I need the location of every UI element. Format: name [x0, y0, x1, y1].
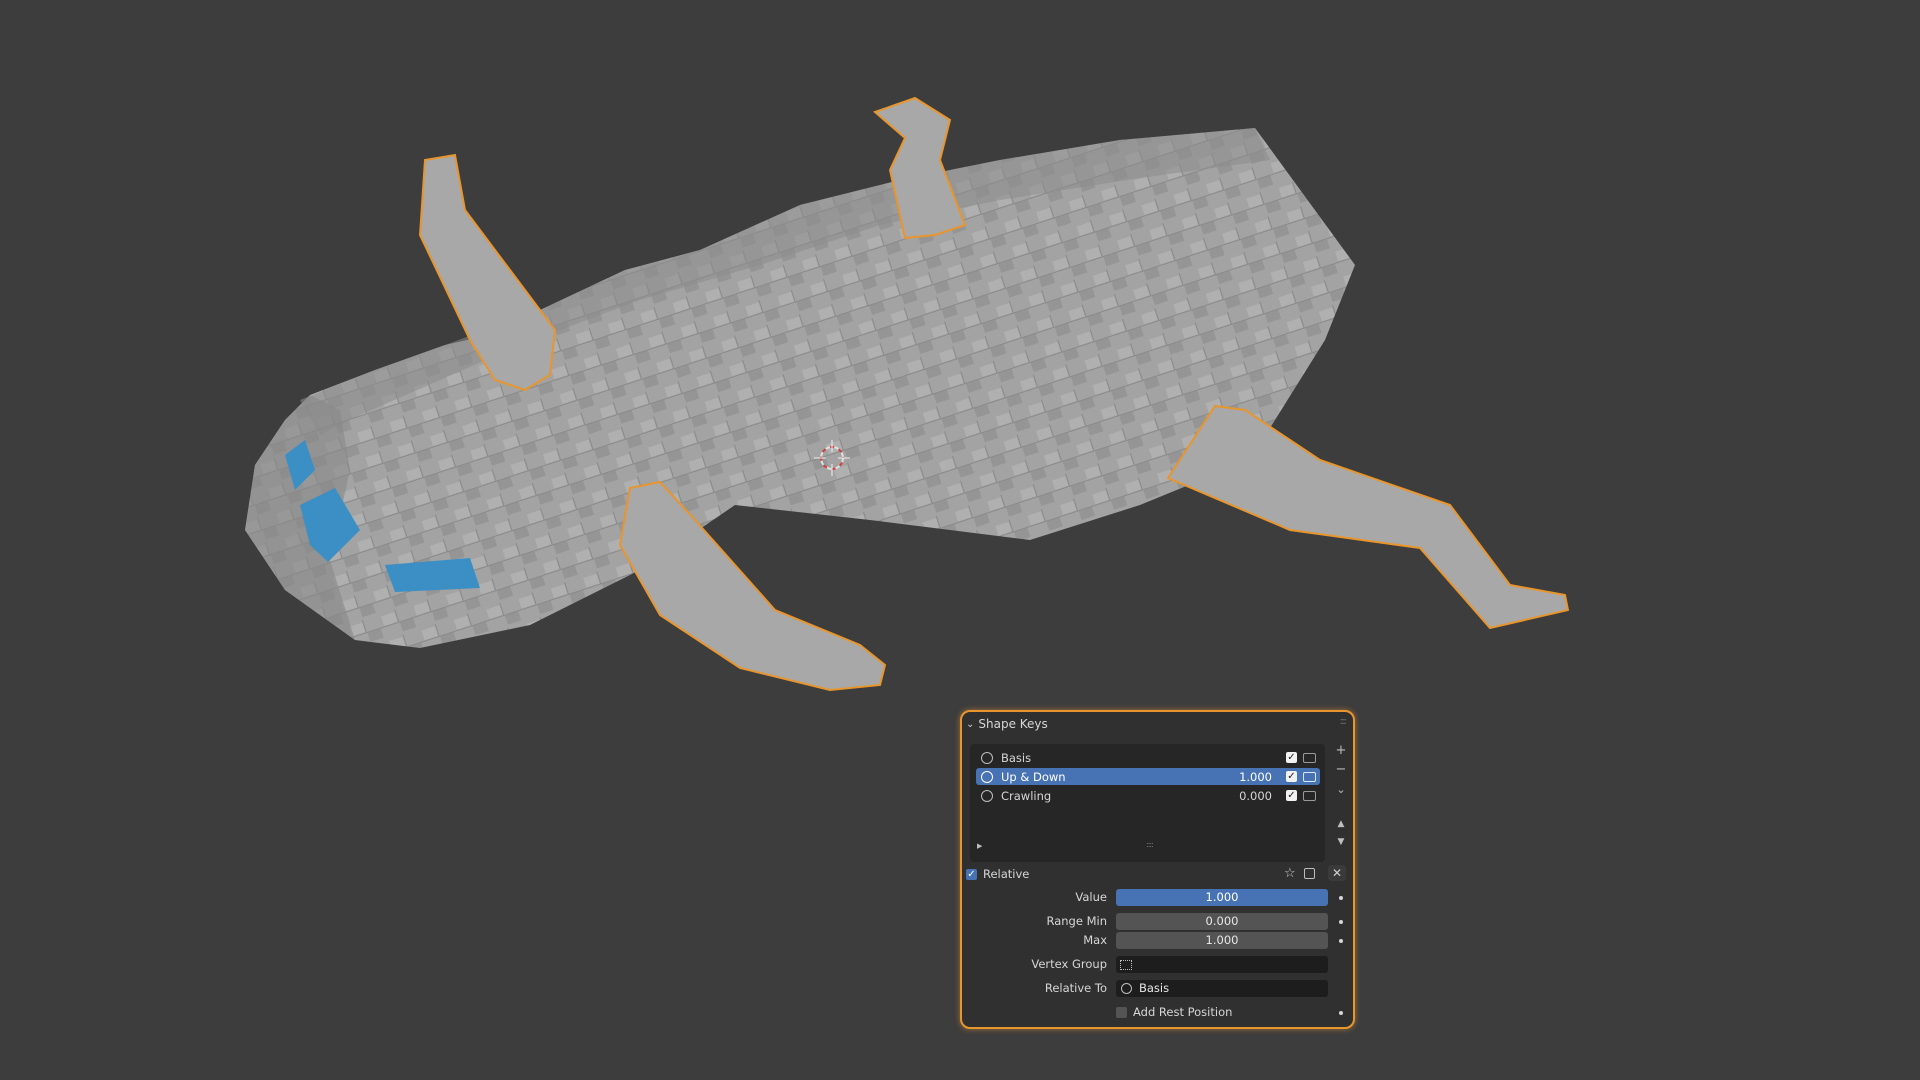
value-label: Value [1075, 890, 1107, 904]
shape-key-value[interactable]: 0.000 [1228, 789, 1272, 803]
shape-key-list[interactable]: Basis ✓ Up & Down 1.000 ✓ Crawling 0.000… [970, 744, 1325, 862]
shape-key-row-basis[interactable]: Basis ✓ [976, 749, 1320, 766]
shape-key-icon [981, 770, 993, 783]
vertex-group-icon [1120, 959, 1132, 970]
panel-title: Shape Keys [978, 717, 1048, 731]
keyframe-dot-icon[interactable] [1339, 920, 1343, 924]
max-label: Max [1083, 933, 1107, 947]
vertex-group-label: Vertex Group [1031, 957, 1107, 971]
expand-filter-icon[interactable]: ▶ [977, 842, 982, 850]
relative-label: Relative [983, 867, 1030, 881]
range-min-field[interactable]: 0.000 [1116, 913, 1328, 930]
keyframe-dot-icon[interactable] [1339, 1011, 1343, 1015]
list-resize-grip-icon[interactable]: :::: [1146, 840, 1154, 849]
clear-shape-key-button[interactable]: ✕ [1328, 865, 1346, 881]
pin-star-icon[interactable]: ☆ [1284, 866, 1296, 881]
shape-key-icon [981, 751, 993, 764]
lock-icon[interactable] [1303, 771, 1316, 782]
add-rest-position-checkbox[interactable] [1116, 1006, 1127, 1018]
keyframe-dot-icon[interactable] [1339, 896, 1343, 900]
shape-key-icon [1121, 983, 1132, 994]
chevron-down-icon[interactable]: ⌄ [966, 719, 974, 730]
mute-checkbox[interactable]: ✓ [1286, 752, 1297, 763]
add-rest-position-label: Add Rest Position [1133, 1005, 1233, 1019]
mute-checkbox[interactable]: ✓ [1286, 790, 1297, 801]
shape-key-row-up-down[interactable]: Up & Down 1.000 ✓ [976, 768, 1320, 785]
shape-key-name: Up & Down [1001, 769, 1066, 784]
add-rest-position-toggle[interactable]: Add Rest Position [1116, 1005, 1232, 1019]
vertex-group-field[interactable] [1116, 956, 1328, 973]
range-min-label: Range Min [1046, 914, 1107, 928]
keyframe-dot-icon[interactable] [1339, 939, 1343, 943]
panel-header[interactable]: ⌄ Shape Keys [966, 714, 1048, 734]
shape-key-name: Basis [1001, 750, 1032, 765]
specials-menu-chevron-icon[interactable]: ⌄ [1332, 782, 1350, 798]
relative-to-field[interactable]: Basis [1116, 980, 1328, 997]
lock-icon[interactable] [1303, 752, 1316, 763]
move-up-arrow-icon[interactable]: ▲ [1332, 816, 1350, 832]
max-field[interactable]: 1.000 [1116, 932, 1328, 949]
drag-grip-icon[interactable]: :::: [1340, 716, 1348, 727]
value-slider[interactable]: 1.000 [1116, 889, 1328, 906]
relative-to-label: Relative To [1044, 981, 1107, 995]
move-down-arrow-icon[interactable]: ▼ [1332, 834, 1350, 850]
shape-key-value[interactable]: 1.000 [1228, 770, 1272, 784]
mute-checkbox[interactable]: ✓ [1286, 771, 1297, 782]
shape-key-row-crawling[interactable]: Crawling 0.000 ✓ [976, 787, 1320, 804]
lock-icon[interactable] [1303, 790, 1316, 801]
shape-keys-panel: ⌄ Shape Keys :::: Basis ✓ Up & Down 1.00… [960, 710, 1355, 1029]
leg-back[interactable] [1166, 404, 1570, 630]
edit-mode-icon[interactable] [1304, 868, 1315, 879]
shape-key-icon [981, 789, 993, 802]
remove-shape-key-button[interactable]: − [1332, 762, 1350, 778]
relative-to-value: Basis [1139, 981, 1170, 995]
relative-checkbox[interactable]: ✓ [966, 868, 977, 880]
add-shape-key-button[interactable]: + [1332, 743, 1350, 759]
shape-key-name: Crawling [1001, 788, 1052, 803]
relative-toggle[interactable]: ✓ Relative [966, 867, 1029, 881]
